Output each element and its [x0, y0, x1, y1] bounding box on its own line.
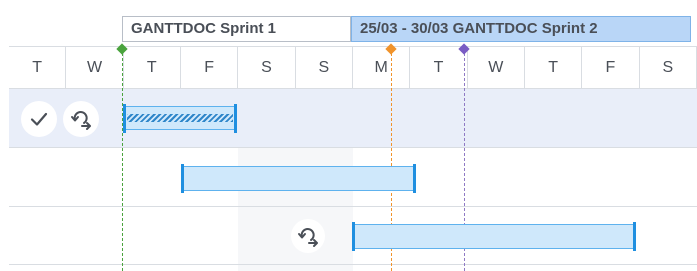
day-cell: W — [66, 47, 124, 88]
day-cell: T — [9, 47, 67, 88]
day-cell: T — [410, 47, 468, 88]
day-cell: F — [582, 47, 640, 88]
recurring-button[interactable] — [291, 219, 325, 253]
day-header: T W T F S S M T W T F S — [9, 46, 697, 89]
sprint-1-label[interactable]: GANTTDOC Sprint 1 — [122, 16, 351, 42]
task-bar-3[interactable] — [352, 222, 636, 251]
repeat-icon — [71, 111, 91, 130]
day-cell: F — [181, 47, 239, 88]
day-cell: W — [468, 47, 525, 88]
sprint-2-label[interactable]: 25/03 - 30/03 GANTTDOC Sprint 2 — [351, 16, 691, 42]
day-cell: S — [238, 47, 296, 88]
task-bar-1[interactable] — [123, 104, 237, 133]
day-cell: T — [124, 47, 181, 88]
day-cell: M — [353, 47, 411, 88]
repeat-icon — [298, 228, 318, 247]
task-progress-1 — [127, 114, 233, 122]
task-bar-2[interactable] — [181, 164, 416, 193]
task-row-1[interactable] — [9, 89, 697, 148]
recurring-button[interactable] — [63, 101, 99, 137]
day-cell: S — [640, 47, 697, 88]
sprint-start-line — [122, 48, 123, 271]
day-cell: S — [296, 47, 353, 88]
day-cell: T — [525, 47, 583, 88]
complete-button[interactable] — [21, 101, 57, 137]
check-icon — [30, 112, 48, 126]
